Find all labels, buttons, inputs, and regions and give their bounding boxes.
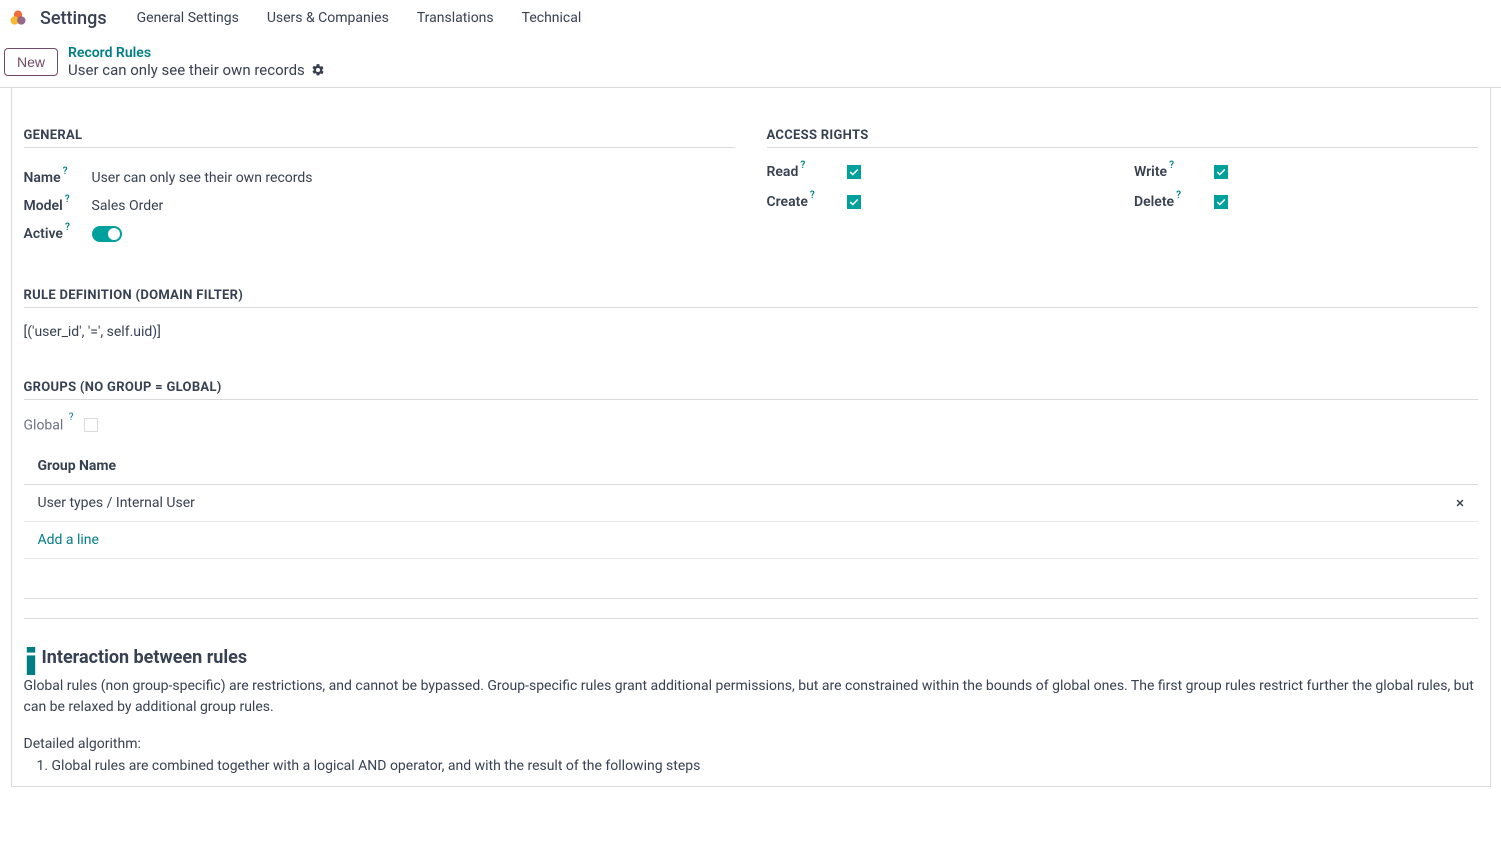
help-icon[interactable]: ? xyxy=(800,160,805,171)
active-toggle[interactable] xyxy=(92,226,122,242)
top-nav: Settings General Settings Users & Compan… xyxy=(0,0,1501,37)
group-name-cell[interactable]: User types / Internal User xyxy=(24,484,1442,521)
group-name-header[interactable]: Group Name xyxy=(24,448,1442,485)
read-label: Read ? xyxy=(767,164,837,180)
access-delete: Delete ? xyxy=(1134,194,1478,210)
info-steps: Global rules are combined together with … xyxy=(24,758,1478,774)
help-icon[interactable]: ? xyxy=(65,222,70,233)
breadcrumb-parent[interactable]: Record Rules xyxy=(68,45,325,61)
control-panel: New Record Rules User can only see their… xyxy=(0,37,1501,87)
info-body: Global rules (non group-specific) are re… xyxy=(24,676,1478,718)
rule-definition-section: RULE DEFINITION (DOMAIN FILTER) [('user_… xyxy=(24,288,1478,340)
section-title-groups: GROUPS (NO GROUP = GLOBAL) xyxy=(24,380,1478,400)
global-label: Global ? xyxy=(24,416,74,434)
menu-general-settings[interactable]: General Settings xyxy=(127,4,249,32)
table-spacer xyxy=(24,558,1478,598)
help-icon[interactable]: ? xyxy=(69,412,74,423)
table-row[interactable]: User types / Internal User xyxy=(24,484,1478,521)
groups-table: Group Name User types / Internal User Ad… xyxy=(24,448,1478,599)
delete-row-icon[interactable] xyxy=(1456,495,1464,511)
breadcrumb: Record Rules User can only see their own… xyxy=(68,45,325,79)
menu-translations[interactable]: Translations xyxy=(407,4,504,32)
section-title-general: GENERAL xyxy=(24,128,735,148)
help-icon[interactable]: ? xyxy=(1169,160,1174,171)
field-name: Name ? User can only see their own recor… xyxy=(24,164,735,192)
form-sheet: GENERAL Name ? User can only see their o… xyxy=(11,88,1491,787)
gear-icon[interactable] xyxy=(311,63,325,77)
create-checkbox[interactable] xyxy=(847,195,861,209)
access-read: Read ? xyxy=(767,164,1111,180)
active-label: Active ? xyxy=(24,226,84,242)
add-line-button[interactable]: Add a line xyxy=(38,532,99,548)
menu-users-companies[interactable]: Users & Companies xyxy=(257,4,399,32)
model-label: Model ? xyxy=(24,198,84,214)
help-icon[interactable]: ? xyxy=(810,190,815,201)
info-section: Interaction between rules Global rules (… xyxy=(24,647,1478,774)
breadcrumb-current-text: User can only see their own records xyxy=(68,61,305,79)
domain-filter-value[interactable]: [('user_id', '=', self.uid)] xyxy=(24,324,1478,340)
write-label: Write ? xyxy=(1134,164,1204,180)
model-value[interactable]: Sales Order xyxy=(92,198,164,214)
section-title-access: ACCESS RIGHTS xyxy=(767,128,1478,148)
help-icon[interactable]: ? xyxy=(63,166,68,177)
breadcrumb-current: User can only see their own records xyxy=(68,61,325,79)
global-checkbox[interactable] xyxy=(84,418,98,432)
delete-checkbox[interactable] xyxy=(1214,195,1228,209)
menu-technical[interactable]: Technical xyxy=(512,4,592,32)
add-line-row: Add a line xyxy=(24,521,1478,558)
section-title-rule-def: RULE DEFINITION (DOMAIN FILTER) xyxy=(24,288,1478,308)
info-step-1: Global rules are combined together with … xyxy=(52,758,1478,774)
delete-label: Delete ? xyxy=(1134,194,1204,210)
new-button[interactable]: New xyxy=(4,48,58,76)
info-title: Interaction between rules xyxy=(42,647,248,668)
write-checkbox[interactable] xyxy=(1214,165,1228,179)
general-section: GENERAL Name ? User can only see their o… xyxy=(24,128,735,248)
read-checkbox[interactable] xyxy=(847,165,861,179)
access-create: Create ? xyxy=(767,194,1111,210)
help-icon[interactable]: ? xyxy=(1176,190,1181,201)
app-title: Settings xyxy=(40,8,107,29)
app-logo-icon xyxy=(8,8,28,28)
field-active: Active ? xyxy=(24,220,735,248)
name-value[interactable]: User can only see their own records xyxy=(92,170,313,186)
info-icon xyxy=(24,647,38,667)
field-global: Global ? xyxy=(24,416,1478,434)
create-label: Create ? xyxy=(767,194,837,210)
name-label: Name ? xyxy=(24,170,84,186)
access-rights-section: ACCESS RIGHTS Read ? Write ? xyxy=(767,128,1478,248)
groups-section: GROUPS (NO GROUP = GLOBAL) Global ? Grou… xyxy=(24,380,1478,619)
help-icon[interactable]: ? xyxy=(65,194,70,205)
access-write: Write ? xyxy=(1134,164,1478,180)
info-detailed-label: Detailed algorithm: xyxy=(24,736,1478,752)
field-model: Model ? Sales Order xyxy=(24,192,735,220)
